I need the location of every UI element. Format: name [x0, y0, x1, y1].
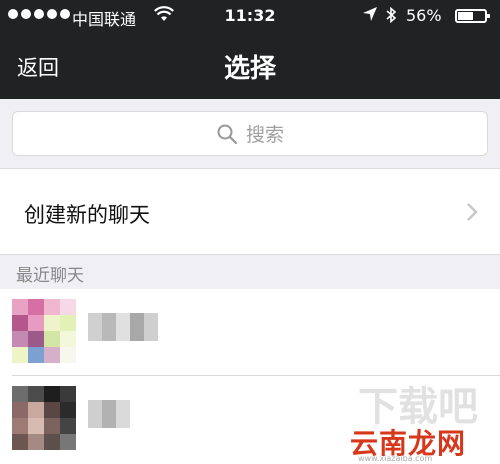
contact-name-redacted: [88, 400, 130, 428]
battery-percent: 56%: [406, 6, 442, 25]
list-item[interactable]: [0, 289, 500, 376]
contact-name-redacted: [88, 313, 158, 341]
watermark-url: www.xiazaiba.com: [358, 454, 433, 463]
search-icon: [217, 124, 238, 144]
recent-chats-header: 最近聊天: [0, 255, 500, 289]
status-bar: 中国联通 11:32 56%: [0, 0, 500, 32]
avatar: [12, 386, 76, 450]
search-area: 搜索: [0, 99, 500, 169]
location-arrow-icon: [362, 6, 378, 26]
nav-bar: 返回 选择: [0, 32, 500, 99]
watermark: 下载吧 云南龙网 www.xiazaiba.com: [350, 374, 490, 463]
recent-chats-label: 最近聊天: [16, 266, 84, 286]
avatar: [12, 299, 76, 363]
battery-icon: [455, 9, 490, 23]
search-placeholder: 搜索: [245, 124, 284, 146]
new-chat-row[interactable]: 创建新的聊天: [0, 169, 500, 255]
bluetooth-icon: [385, 6, 397, 28]
new-chat-label: 创建新的聊天: [24, 203, 150, 227]
page-title: 选择: [223, 54, 276, 84]
chevron-right-icon: [466, 202, 478, 226]
search-input[interactable]: 搜索: [12, 111, 488, 156]
